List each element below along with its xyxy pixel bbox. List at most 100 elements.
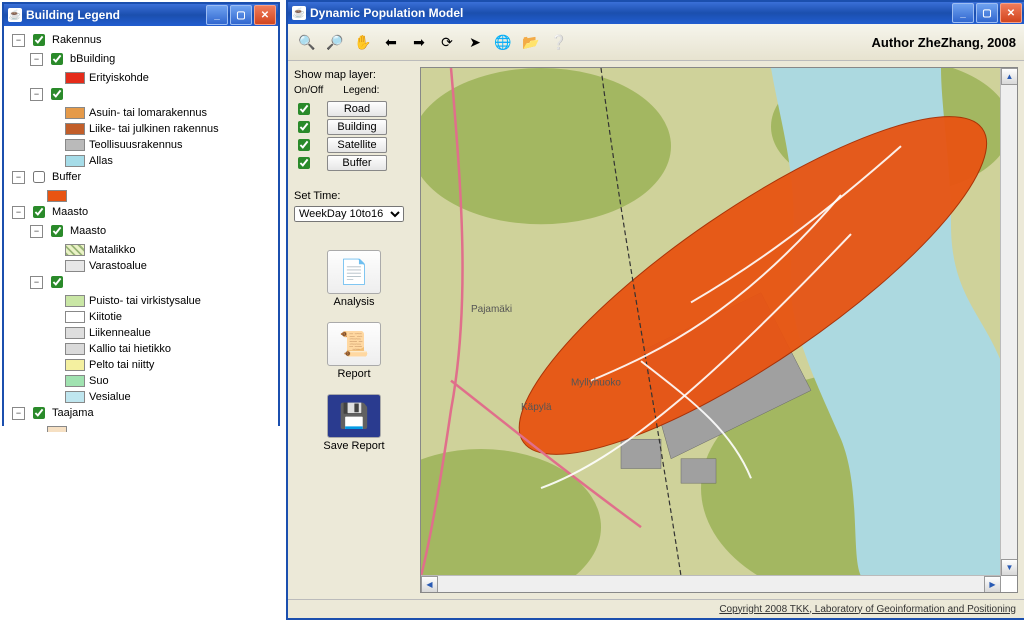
legend-label: Liike- tai julkinen rakennus (89, 123, 219, 135)
save-report-button[interactable]: 💾 Save Report (294, 394, 414, 452)
report-button[interactable]: 📜 Report (294, 322, 414, 380)
collapse-icon[interactable]: − (12, 171, 25, 184)
tree-checkbox[interactable] (51, 53, 63, 65)
legend-label: Vesialue (89, 391, 131, 403)
map-toolbar: 🔍 🔎 ✋ ⬅ ➡ ⟳ ➤ 🌐 📂 ❔ Author ZheZhang, 2008 (288, 24, 1024, 61)
legend-label: Asuin- tai lomarakennus (89, 107, 207, 119)
pointer-icon[interactable]: ➤ (464, 31, 486, 53)
zoom-in-icon[interactable]: 🔍 (296, 31, 318, 53)
collapse-icon[interactable]: − (30, 225, 43, 238)
tree-node[interactable]: −Maasto (30, 222, 106, 240)
main-window: ☕ Dynamic Population Model _ ▢ ✕ 🔍 🔎 ✋ ⬅ ➡ ⟳ ➤… (286, 0, 1024, 620)
layer-toggle[interactable] (298, 121, 310, 133)
color-swatch (65, 295, 85, 307)
layer-legend-button[interactable]: Satellite (327, 137, 387, 153)
tree-checkbox[interactable] (51, 276, 63, 288)
set-time-label: Set Time: (294, 190, 414, 202)
globe-icon[interactable]: 🌐 (492, 31, 514, 53)
color-swatch (65, 244, 85, 256)
maximize-button[interactable]: ▢ (976, 3, 998, 23)
legend-entry (30, 426, 71, 432)
legend-label: Varastoalue (89, 260, 147, 272)
tree-label: Buffer (52, 171, 81, 183)
tree-node[interactable]: − Maasto (12, 203, 88, 221)
legend-entry: Asuin- tai lomarakennus (48, 107, 207, 119)
maximize-button[interactable]: ▢ (230, 5, 252, 25)
analysis-caption: Analysis (334, 296, 375, 308)
tree-node[interactable]: − Rakennus (12, 31, 102, 49)
tree-node[interactable]: − (30, 85, 70, 103)
collapse-icon[interactable]: − (12, 407, 25, 420)
report-caption: Report (337, 368, 370, 380)
scroll-left-icon[interactable]: ◀ (421, 576, 438, 593)
close-button[interactable]: ✕ (1000, 3, 1022, 23)
show-layer-label: Show map layer: (294, 69, 414, 81)
scroll-up-icon[interactable]: ▲ (1001, 68, 1018, 85)
color-swatch (47, 426, 67, 432)
back-icon[interactable]: ⬅ (380, 31, 402, 53)
legend-entry: Varastoalue (48, 260, 147, 272)
legend-label: Liikennealue (89, 327, 151, 339)
layer-toggle[interactable] (298, 139, 310, 151)
legend-label: Kiitotie (89, 311, 122, 323)
collapse-icon[interactable]: − (12, 34, 25, 47)
tree-node[interactable]: −Taajama (12, 404, 94, 422)
layer-toggle[interactable] (298, 103, 310, 115)
save-icon: 💾 (327, 394, 381, 438)
zoom-out-icon[interactable]: 🔎 (324, 31, 346, 53)
legend-label: Pelto tai niitty (89, 359, 154, 371)
collapse-icon[interactable]: − (12, 206, 25, 219)
pan-icon[interactable]: ✋ (352, 31, 374, 53)
open-icon[interactable]: 📂 (520, 31, 542, 53)
legend-entry: Suo (48, 375, 109, 387)
layer-legend-button[interactable]: Building (327, 119, 387, 135)
author-text: Author ZheZhang, 2008 (872, 35, 1016, 50)
help-icon[interactable]: ❔ (548, 31, 570, 53)
tree-label: Maasto (52, 206, 88, 218)
legend-entry: Teollisuusrakennus (48, 139, 183, 151)
close-button[interactable]: ✕ (254, 5, 276, 25)
color-swatch (65, 359, 85, 371)
map-label-myllyhuoko: Myllyhuoko (571, 378, 621, 389)
side-panel: Show map layer: On/Off Legend: RoadBuild… (294, 67, 414, 593)
refresh-icon[interactable]: ⟳ (436, 31, 458, 53)
color-swatch (65, 72, 85, 84)
main-title-bar[interactable]: ☕ Dynamic Population Model _ ▢ ✕ (288, 2, 1024, 24)
color-swatch (47, 190, 67, 202)
tree-checkbox[interactable] (51, 88, 63, 100)
collapse-icon[interactable]: − (30, 276, 43, 289)
layer-row: Road (294, 100, 414, 118)
tree-node[interactable]: − (30, 273, 70, 291)
scroll-right-icon[interactable]: ▶ (984, 576, 1001, 593)
tree-label: Rakennus (52, 34, 102, 46)
legend-entry (30, 190, 71, 202)
tree-checkbox[interactable] (33, 171, 45, 183)
layer-row: Building (294, 118, 414, 136)
tree-node[interactable]: −bBuilding (30, 50, 115, 68)
tree-checkbox[interactable] (33, 407, 45, 419)
layer-row: Satellite (294, 136, 414, 154)
tree-checkbox[interactable] (33, 206, 45, 218)
map-canvas[interactable]: Pajamäki Käpylä Myllyhuoko ▲ ▼ ◀ ▶ (420, 67, 1018, 593)
legend-title-bar[interactable]: ☕ Building Legend _ ▢ ✕ (4, 4, 278, 26)
set-time-select[interactable]: WeekDay 10to16 (294, 206, 404, 222)
layer-legend-button[interactable]: Road (327, 101, 387, 117)
minimize-button[interactable]: _ (206, 5, 228, 25)
tree-node[interactable]: − Buffer (12, 168, 81, 186)
color-swatch (65, 123, 85, 135)
analysis-button[interactable]: 📄 Analysis (294, 250, 414, 308)
tree-checkbox[interactable] (33, 34, 45, 46)
layer-legend-button[interactable]: Buffer (327, 155, 387, 171)
map-scrollbar-vertical[interactable]: ▲ ▼ (1000, 68, 1017, 576)
tree-checkbox[interactable] (51, 225, 63, 237)
legend-title: Building Legend (26, 8, 206, 22)
map-scrollbar-horizontal[interactable]: ◀ ▶ (421, 575, 1001, 592)
layer-toggle[interactable] (298, 157, 310, 169)
collapse-icon[interactable]: − (30, 53, 43, 66)
collapse-icon[interactable]: − (30, 88, 43, 101)
minimize-button[interactable]: _ (952, 3, 974, 23)
scroll-down-icon[interactable]: ▼ (1001, 559, 1018, 576)
legend-entry: Puisto- tai virkistysalue (48, 295, 201, 307)
forward-icon[interactable]: ➡ (408, 31, 430, 53)
legend-label: Teollisuusrakennus (89, 139, 183, 151)
